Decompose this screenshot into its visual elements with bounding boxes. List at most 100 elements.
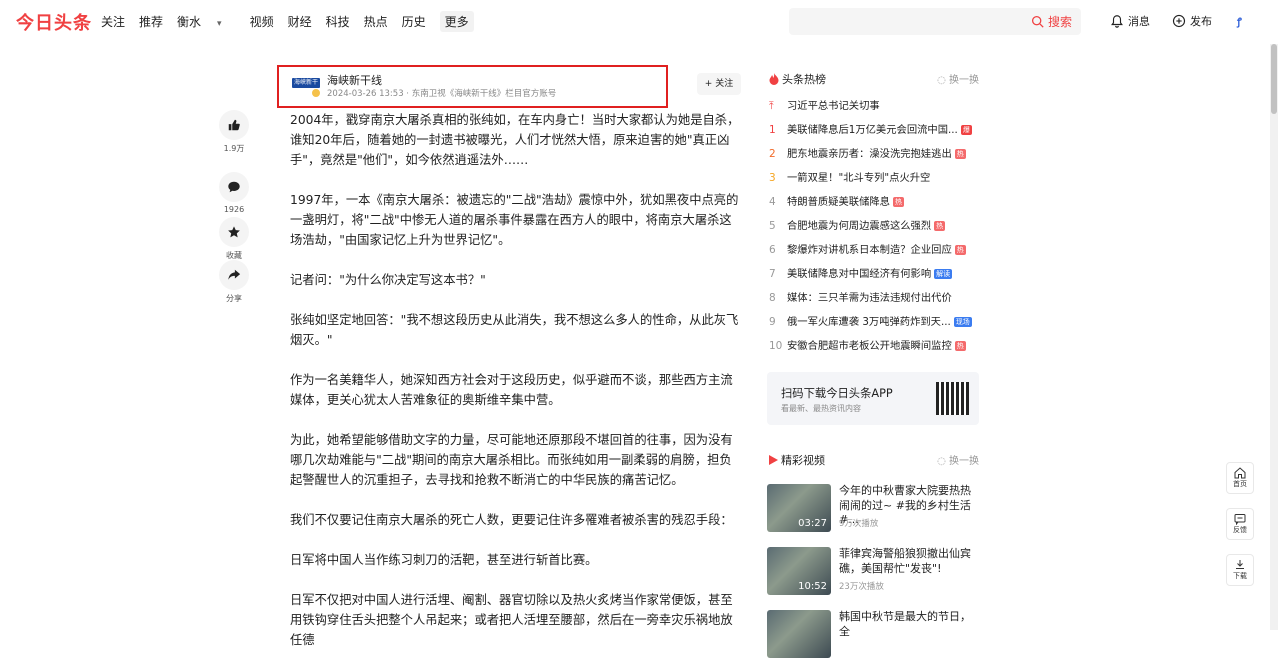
nav-item-tech[interactable]: 科技 — [326, 13, 350, 32]
video-thumbnail[interactable] — [767, 610, 831, 658]
video-thumbnail[interactable]: 10:52 — [767, 547, 831, 595]
hot-item-text: 安徽合肥超市老板公开地震瞬间监控 — [787, 340, 952, 352]
comment-count: 1926 — [223, 205, 245, 214]
video-section-header: 精彩视频 ◌ 换一换 — [769, 452, 979, 468]
hot-item[interactable]: 10 安徽合肥超市老板公开地震瞬间监控热 — [769, 337, 989, 353]
article-paragraph: 1997年，一本《南京大屠杀：被遗忘的"二战"浩劫》震惊中外，犹如黑夜中点亮的一… — [290, 193, 739, 247]
nav-item-label: 衡水 — [177, 15, 202, 29]
nav-item-hot[interactable]: 热点 — [364, 13, 388, 32]
video-card[interactable]: 韩国中秋节是最大的节日，全 — [767, 610, 979, 658]
nav-item-hengshui[interactable]: 衡水 ▾ — [177, 13, 236, 32]
nav-item-recommend[interactable]: 推荐 — [139, 13, 163, 32]
hot-item-tag: 热 — [892, 197, 904, 207]
messages-label: 消息 — [1128, 15, 1150, 28]
hot-list-title: 头条热榜 — [769, 71, 826, 87]
favorite-label: 收藏 — [226, 251, 242, 260]
search-input[interactable]: 搜索 — [789, 8, 1081, 35]
float-feedback-button[interactable]: 反馈 — [1226, 508, 1254, 540]
toutiao-logo[interactable]: 今日头条 — [16, 9, 92, 35]
float-home-label: 首页 — [1233, 480, 1247, 488]
hot-item[interactable]: 1 美联储降息后1万亿美元会回流中国... 爆 — [769, 121, 989, 137]
nav-item-more[interactable]: 更多 — [439, 11, 474, 32]
hot-item-tag: 热 — [934, 221, 946, 231]
nav-item-following[interactable]: 关注 — [101, 13, 125, 32]
publish-button[interactable]: 发布 — [1172, 13, 1212, 29]
hot-item[interactable]: 5 合肥地震为何周边震感这么强烈热 — [769, 217, 989, 233]
hot-item-rank: 7 — [769, 268, 776, 280]
star-icon — [228, 226, 240, 238]
hot-item[interactable]: 7 美联储降息对中国经济有何影响 解读 — [769, 265, 989, 281]
hot-item-text: 合肥地震为何周边震感这么强烈 — [787, 220, 932, 232]
hot-item-tag: 热 — [954, 245, 966, 255]
like-count: 1.9万 — [223, 144, 245, 153]
author-avatar[interactable]: 海峡新干线 — [292, 78, 320, 96]
video-card[interactable]: 03:27 今年的中秋曹家大院要热热闹闹的过~ #我的乡村生活 #... 9万次播放 — [767, 484, 979, 532]
video-card[interactable]: 10:52 菲律宾海警船狼狈撤出仙宾礁，美国帮忙"发丧"! 23万次播放 — [767, 547, 979, 595]
video-duration: 03:27 — [798, 518, 827, 529]
share-button[interactable]: 分享 — [219, 260, 249, 304]
float-download-button[interactable]: 下载 — [1226, 554, 1254, 586]
comment-icon-bg — [219, 172, 249, 202]
hot-list-header: 头条热榜 ◌ 换一换 — [769, 71, 979, 87]
article-paragraph: 我们不仅要记住南京大屠杀的死亡人数，更要记住许多罹难者被杀害的残忍手段： — [290, 513, 733, 527]
thumbs-up-icon — [228, 119, 240, 131]
app-download-title: 扫码下载今日头条APP — [781, 387, 893, 400]
share-label: 分享 — [226, 294, 242, 303]
hot-item[interactable]: 2 肥东地震亲历者：澡没洗完抱娃逃出热 — [769, 145, 989, 161]
search-icon — [1031, 15, 1044, 28]
publish-label: 发布 — [1190, 15, 1212, 28]
page-scrollbar-thumb[interactable] — [1271, 44, 1277, 114]
nav-item-finance[interactable]: 财经 — [288, 13, 312, 32]
hot-item-rank: 8 — [769, 292, 776, 304]
comment-icon — [228, 181, 240, 193]
video-thumbnail[interactable]: 03:27 — [767, 484, 831, 532]
favorite-button[interactable]: 收藏 — [219, 217, 249, 261]
hot-item-rank: 4 — [769, 196, 776, 208]
comment-button[interactable]: 1926 — [219, 172, 249, 214]
fire-icon — [769, 73, 779, 85]
hot-list-title-text: 头条热榜 — [782, 73, 826, 86]
hot-item-tag: 热 — [954, 341, 966, 351]
page-scrollbar-track[interactable] — [1270, 44, 1278, 630]
hot-item[interactable]: 8 媒体：三只羊需为违法违规付出代价 — [769, 289, 989, 305]
hot-item-text: 习近平总书记关切事 — [787, 100, 880, 112]
nav-item-history[interactable]: 历史 — [402, 13, 426, 32]
chevron-down-icon: ▾ — [217, 19, 222, 29]
app-download-banner[interactable]: 扫码下载今日头条APP 看最新、最热资讯内容 — [767, 372, 979, 425]
float-home-button[interactable]: 首页 — [1226, 462, 1254, 494]
messages-button[interactable]: 消息 — [1110, 13, 1150, 29]
hot-item-pinned[interactable]: ⤒ 习近平总书记关切事 — [769, 97, 989, 113]
nav-item-video[interactable]: 视频 — [250, 13, 274, 32]
search-button[interactable]: 搜索 — [1031, 13, 1072, 30]
video-play-count: 23万次播放 — [839, 582, 884, 592]
hot-item[interactable]: 9 俄一军火库遭袭 3万吨弹药炸到天... 现场 — [769, 313, 989, 329]
hot-refresh-button[interactable]: ◌ 换一换 — [937, 71, 979, 86]
hot-item-tag: 热 — [954, 149, 966, 159]
hot-item-rank: 2 — [769, 148, 776, 160]
hot-item-tag: 现场 — [953, 317, 972, 327]
hot-item[interactable]: 6 黎爆炸对讲机系日本制造？企业回应热 — [769, 241, 989, 257]
like-button[interactable]: 1.9万 — [219, 110, 249, 154]
hot-item-tag: 爆 — [960, 125, 972, 135]
author-name[interactable]: 海峡新干线 — [327, 72, 382, 88]
hot-item-text: 黎爆炸对讲机系日本制造？企业回应 — [787, 244, 952, 256]
pin-icon: ⤒ — [769, 100, 774, 112]
search-button-label: 搜索 — [1047, 15, 1072, 29]
article-paragraph: 张纯如坚定地回答："我不想这段历史从此消失，我不想这么多人的性命，从此灰飞烟灭。… — [290, 313, 739, 347]
article-paragraph: 为此，她希望能够借助文字的力量，尽可能地还原那段不堪回首的往事，因为没有哪几次劫… — [290, 433, 733, 487]
play-icon — [769, 455, 778, 465]
top-navigation-bar: 今日头条 关注 推荐 衡水 ▾ 视频 财经 科技 热点 历史 更多 搜索 消息 发… — [0, 0, 1280, 44]
user-avatar[interactable]: ꝭ — [1237, 14, 1249, 28]
video-refresh-button[interactable]: ◌ 换一换 — [937, 452, 979, 467]
hot-item[interactable]: 3 一箭双星！"北斗专列"点火升空 — [769, 169, 989, 185]
follow-button[interactable]: + 关注 — [697, 73, 741, 95]
article-paragraph: 日军将中国人当作练习刺刀的活靶，甚至进行斩首比赛。 — [290, 553, 598, 567]
video-title[interactable]: 韩国中秋节是最大的节日，全 — [839, 610, 979, 639]
video-title[interactable]: 菲律宾海警船狼狈撤出仙宾礁，美国帮忙"发丧"! — [839, 547, 979, 576]
hot-item[interactable]: 4 特朗普质疑美联储降息热 — [769, 193, 989, 209]
share-icon-bg — [219, 260, 249, 290]
hot-item-text: 俄一军火库遭袭 3万吨弹药炸到天... — [787, 316, 951, 328]
qr-code — [936, 382, 969, 415]
article-body: 2004年，戳穿南京大屠杀真相的张纯如，在车内身亡！当时大家都认为她是自杀，谁知… — [290, 110, 740, 670]
video-refresh-label: 换一换 — [949, 456, 979, 467]
